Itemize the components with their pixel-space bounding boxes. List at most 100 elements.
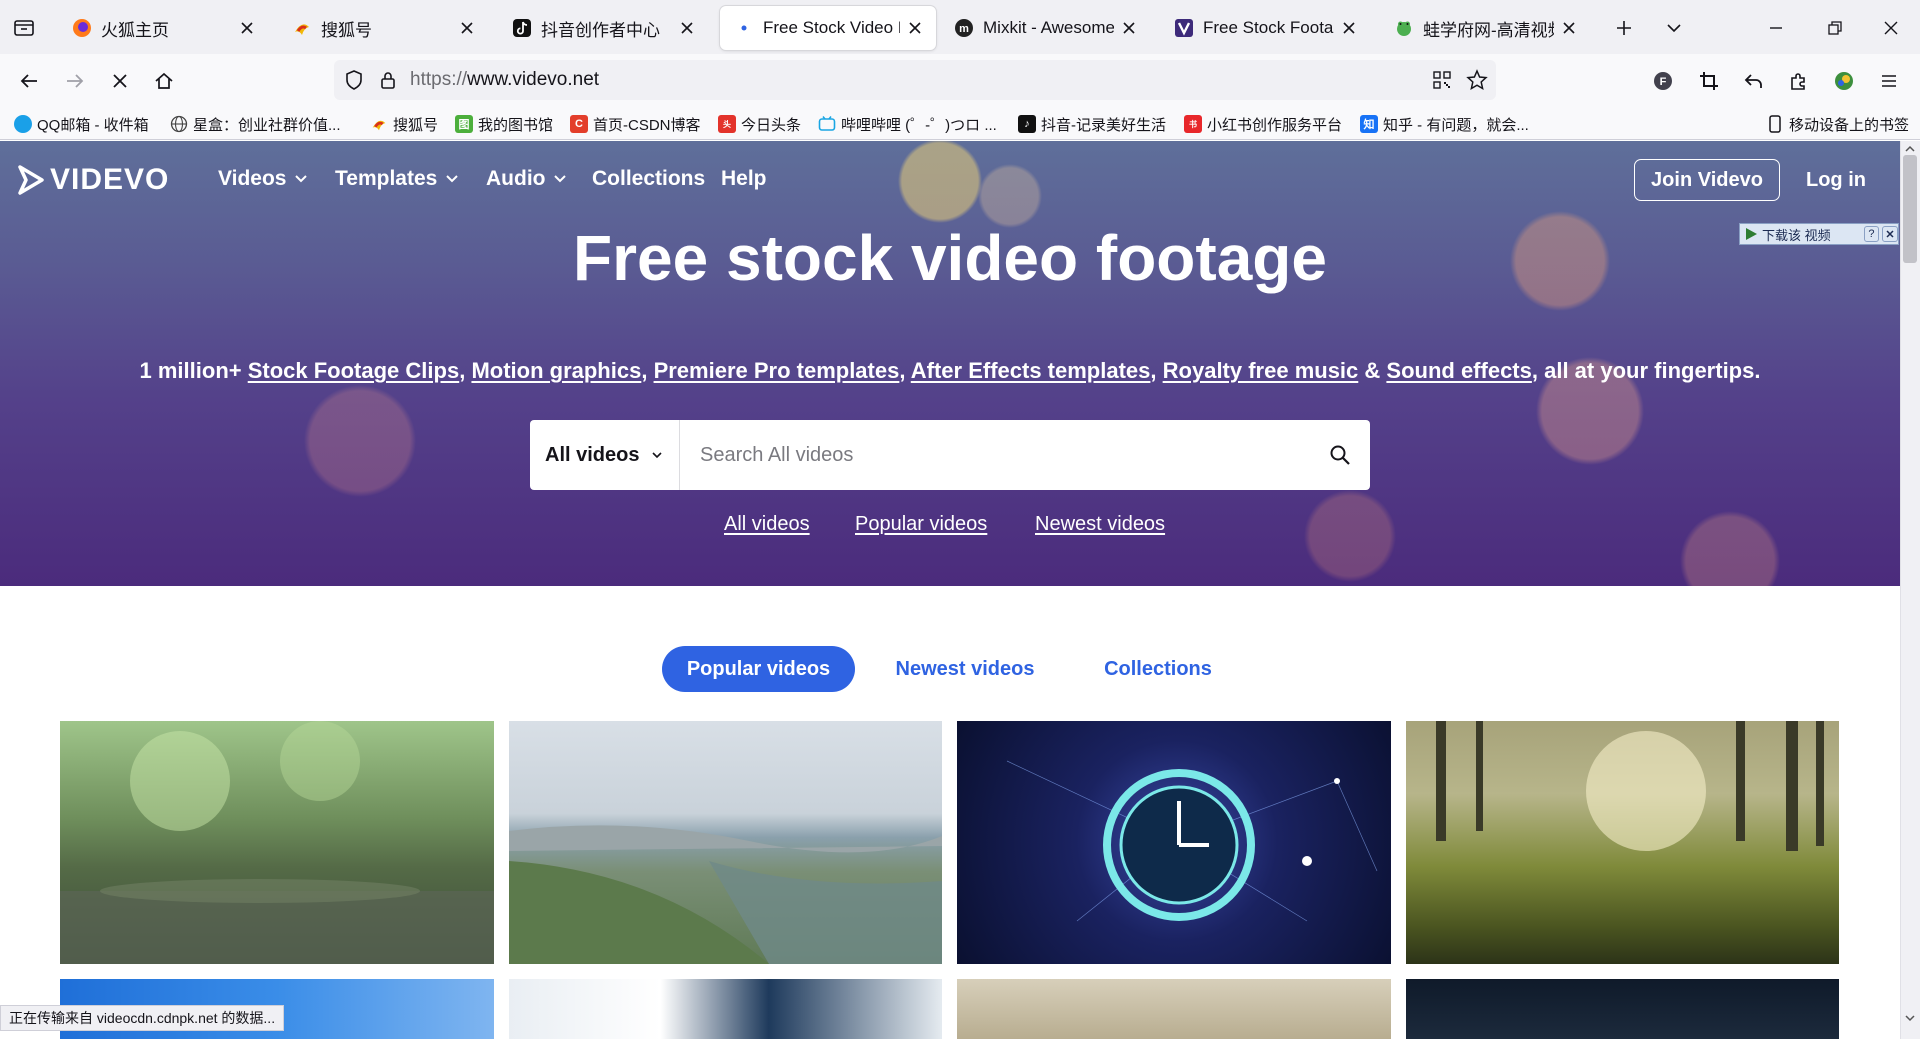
- frog-icon: [1394, 18, 1414, 38]
- scroll-down-arrow-icon[interactable]: [1902, 1012, 1918, 1024]
- account-avatar-icon[interactable]: [1831, 68, 1857, 94]
- bookmark-label: 抖音-记录美好生活: [1041, 116, 1166, 134]
- close-tab-icon[interactable]: [906, 19, 924, 37]
- douyin-icon: ♪: [1018, 115, 1036, 133]
- bookmark-label: 移动设备上的书签: [1789, 116, 1910, 134]
- nav-audio[interactable]: Audio: [486, 167, 567, 191]
- video-thumbnail-rain-on-grass[interactable]: [60, 721, 494, 964]
- tab-popular-videos[interactable]: Popular videos: [662, 646, 855, 692]
- home-icon[interactable]: [151, 68, 177, 94]
- bookmark-item[interactable]: C 首页-CSDN博客: [570, 112, 701, 136]
- hero-subtitle: 1 million+ Stock Footage Clips, Motion g…: [0, 358, 1900, 384]
- video-thumbnail[interactable]: [1406, 979, 1839, 1039]
- browser-tab[interactable]: 搜狐号: [278, 6, 488, 50]
- bookmark-item[interactable]: 书小红书创作服务平台: [1184, 112, 1342, 136]
- log-in-link[interactable]: Log in: [1806, 169, 1866, 192]
- undo-arrow-icon[interactable]: [1741, 68, 1767, 94]
- search-category-select[interactable]: All videos: [530, 420, 680, 490]
- url-text[interactable]: https://www.videvo.net: [410, 69, 599, 91]
- nav-label: Help: [721, 167, 767, 190]
- nav-label: Videos: [218, 167, 287, 190]
- quick-link-popular-videos[interactable]: Popular videos: [855, 513, 987, 536]
- video-thumbnail-rocky-coastline[interactable]: [509, 721, 942, 964]
- browser-tab[interactable]: 蛙学府网-高清视频素: [1380, 6, 1590, 50]
- bookmark-star-icon[interactable]: [1465, 68, 1489, 92]
- hamburger-menu-icon[interactable]: [1876, 68, 1902, 94]
- mobile-bookmarks[interactable]: 移动设备上的书签: [1766, 112, 1909, 136]
- quick-link-all-videos[interactable]: All videos: [724, 513, 810, 536]
- browser-tab[interactable]: 火狐主页: [58, 6, 268, 50]
- bookmark-item[interactable]: QQ邮箱 - 收件箱: [14, 112, 149, 136]
- chevron-down-icon: [445, 174, 459, 184]
- close-tab-icon[interactable]: [238, 19, 256, 37]
- globe-icon: [170, 115, 188, 133]
- close-tab-icon[interactable]: [1340, 19, 1358, 37]
- hero-banner: VIDEVO Videos Templates Audio Collection…: [0, 141, 1900, 586]
- video-thumbnail[interactable]: [509, 979, 942, 1039]
- subtitle-prefix: 1 million+: [139, 358, 248, 383]
- after-effects-link[interactable]: After Effects templates: [911, 358, 1151, 383]
- svg-text:F: F: [1660, 76, 1667, 88]
- lock-icon[interactable]: [377, 68, 399, 92]
- search-button[interactable]: [1310, 420, 1370, 490]
- new-tab-plus-icon[interactable]: [1612, 16, 1636, 40]
- bookmark-label: 小红书创作服务平台: [1207, 116, 1343, 134]
- video-thumbnail-forest-grass-sunlight[interactable]: [1406, 721, 1839, 964]
- shield-icon[interactable]: [342, 68, 366, 92]
- bookmark-item[interactable]: 知知乎 - 有问题，就会...: [1360, 112, 1529, 136]
- extensions-icon[interactable]: F: [1650, 68, 1676, 94]
- close-tab-icon[interactable]: [678, 19, 696, 37]
- tab-newest-videos[interactable]: Newest videos: [880, 646, 1050, 692]
- browser-tab[interactable]: 抖音创作者中心: [498, 6, 708, 50]
- search-input[interactable]: [680, 425, 1310, 485]
- bookmark-label: 首页-CSDN博客: [593, 116, 701, 134]
- puzzle-extension-icon[interactable]: [1786, 68, 1812, 94]
- stop-loading-icon[interactable]: [107, 68, 133, 94]
- back-arrow-icon[interactable]: [16, 68, 42, 94]
- scrollbar-thumb[interactable]: [1903, 155, 1917, 263]
- browser-tab[interactable]: m Mixkit - Awesome fr: [940, 6, 1150, 50]
- bookmark-item[interactable]: 星盒：创业社群价值...: [170, 112, 341, 136]
- url-protocol: https://: [410, 69, 468, 90]
- join-videvo-button[interactable]: Join Videvo: [1634, 159, 1780, 201]
- bookmark-item[interactable]: 哔哩哔哩 (゜-゜)つロ ...: [818, 112, 997, 136]
- close-tab-icon[interactable]: [458, 19, 476, 37]
- sound-effects-link[interactable]: Sound effects: [1386, 358, 1531, 383]
- list-all-tabs-chevron-icon[interactable]: [1662, 16, 1686, 40]
- quick-link-newest-videos[interactable]: Newest videos: [1035, 513, 1165, 536]
- close-window-icon[interactable]: [1879, 16, 1903, 40]
- separator: &: [1358, 358, 1387, 383]
- video-thumbnail-glowing-clock[interactable]: [957, 721, 1391, 964]
- bookmark-item[interactable]: 图我的图书馆: [455, 112, 553, 136]
- close-tab-icon[interactable]: [1560, 19, 1578, 37]
- tab-overview-icon[interactable]: [12, 16, 36, 40]
- royalty-free-music-link[interactable]: Royalty free music: [1163, 358, 1359, 383]
- premiere-pro-link[interactable]: Premiere Pro templates: [654, 358, 900, 383]
- video-thumbnail[interactable]: [957, 979, 1391, 1039]
- tab-collections[interactable]: Collections: [1080, 646, 1236, 692]
- qr-code-icon[interactable]: [1430, 68, 1454, 92]
- scroll-up-arrow-icon[interactable]: [1902, 143, 1918, 155]
- bookmark-label: 我的图书馆: [478, 116, 554, 134]
- bookmark-item[interactable]: 搜狐号: [370, 112, 438, 136]
- bookmark-item[interactable]: 头今日头条: [718, 112, 801, 136]
- nav-collections[interactable]: Collections: [592, 167, 705, 191]
- browser-tab-active[interactable]: Free Stock Video Foo: [720, 6, 936, 50]
- close-tab-icon[interactable]: [1120, 19, 1138, 37]
- nav-templates[interactable]: Templates: [335, 167, 459, 191]
- videvo-logo[interactable]: VIDEVO: [18, 163, 169, 197]
- forward-arrow-icon[interactable]: [62, 68, 88, 94]
- crop-screenshot-icon[interactable]: [1696, 68, 1722, 94]
- minimize-window-icon[interactable]: [1764, 16, 1788, 40]
- browser-tab[interactable]: Free Stock Footage V: [1160, 6, 1370, 50]
- page-scrollbar[interactable]: [1900, 141, 1920, 1039]
- tab-title: Mixkit - Awesome fr: [983, 18, 1114, 37]
- motion-graphics-link[interactable]: Motion graphics: [471, 358, 641, 383]
- restore-window-icon[interactable]: [1823, 16, 1847, 40]
- tab-title: 搜狐号: [321, 20, 372, 40]
- nav-help[interactable]: Help: [721, 167, 767, 191]
- bookmark-item[interactable]: ♪ 抖音-记录美好生活: [1018, 112, 1166, 136]
- separator: ,: [899, 358, 911, 383]
- stock-footage-link[interactable]: Stock Footage Clips: [248, 358, 459, 383]
- nav-videos[interactable]: Videos: [218, 167, 308, 191]
